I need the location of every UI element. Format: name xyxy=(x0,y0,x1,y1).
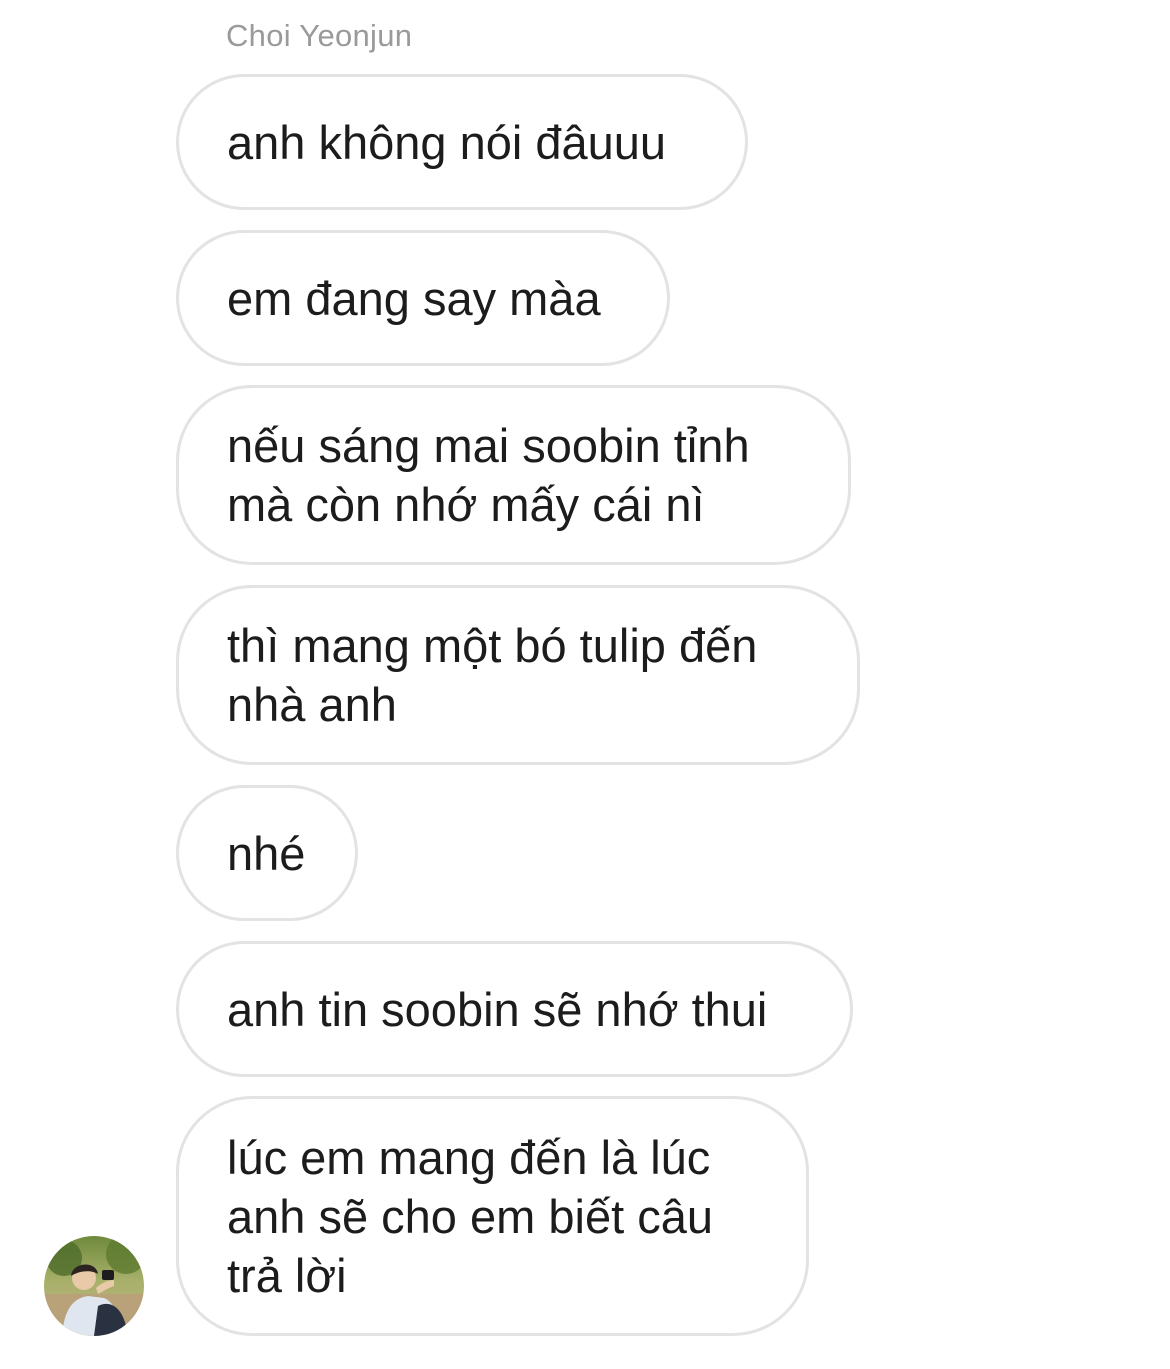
avatar-photo-icon xyxy=(44,1236,144,1336)
message-bubble-6[interactable]: anh tin soobin sẽ nhớ thui xyxy=(176,941,853,1077)
sender-name: Choi Yeonjun xyxy=(226,18,413,53)
message-bubble-4[interactable]: thì mang một bó tulip đến nhà anh xyxy=(176,585,860,765)
message-bubble-1[interactable]: anh không nói đâuuu xyxy=(176,74,748,210)
message-bubble-2[interactable]: em đang say màa xyxy=(176,230,670,366)
message-bubble-3[interactable]: nếu sáng mai soobin tỉnh mà còn nhớ mấy … xyxy=(176,385,851,565)
sender-avatar[interactable] xyxy=(44,1236,144,1336)
message-bubble-5[interactable]: nhé xyxy=(176,785,358,921)
message-bubble-7[interactable]: lúc em mang đến là lúc anh sẽ cho em biế… xyxy=(176,1096,809,1336)
